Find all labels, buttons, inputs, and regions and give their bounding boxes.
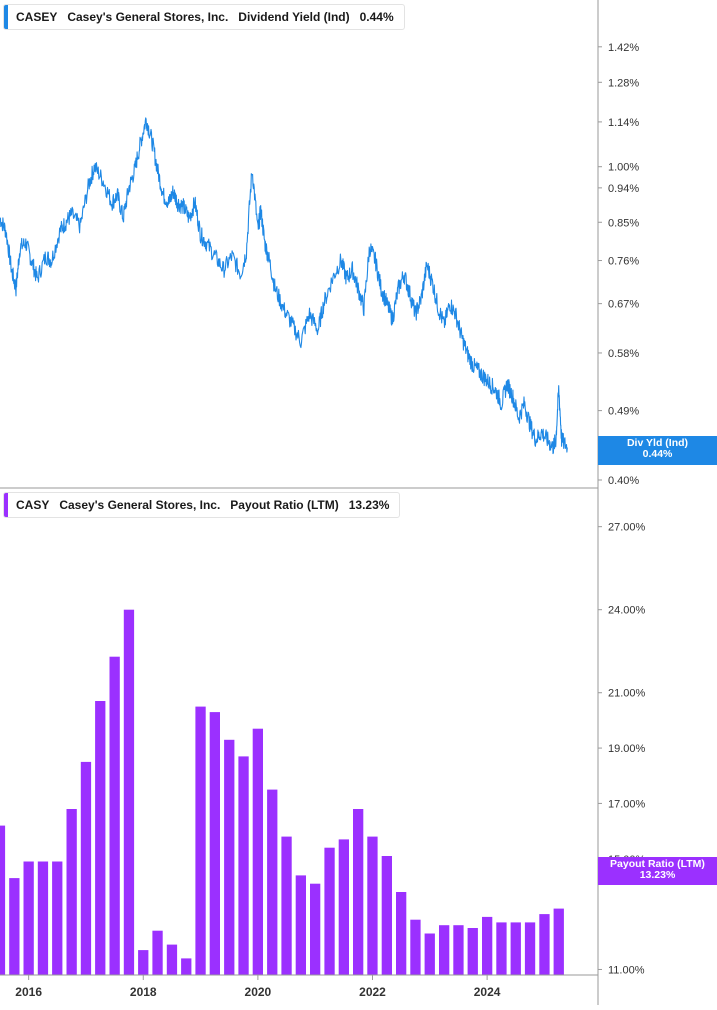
yield-y-tick-label: 1.00% — [608, 162, 639, 174]
payout-bar — [238, 756, 249, 975]
payout-bar — [439, 925, 450, 975]
payout-tag-value: 13.23% — [639, 869, 676, 881]
yield-y-tick-label: 0.94% — [608, 183, 639, 195]
yield-y-tick-label: 0.49% — [608, 406, 639, 418]
payout-bar — [267, 789, 278, 975]
payout-y-tick-label: 24.00% — [608, 605, 646, 617]
yield-y-tick-label: 0.40% — [608, 475, 639, 487]
payout-bar — [338, 839, 349, 975]
payout-bar — [224, 739, 235, 975]
payout-bar — [424, 933, 435, 975]
yield-value: 0.44% — [359, 10, 394, 24]
payout-bar — [152, 930, 163, 975]
payout-bar — [353, 809, 364, 975]
payout-bar — [252, 728, 263, 975]
yield-y-tick-label: 1.28% — [608, 77, 639, 89]
payout-bar — [453, 925, 464, 975]
payout-bar — [410, 919, 421, 975]
payout-legend-header: CASY Casey's General Stores, Inc. Payout… — [3, 492, 401, 518]
yield-y-tick-label: 0.67% — [608, 299, 639, 311]
payout-last-value-tag: Payout Ratio (LTM) 13.23% — [598, 857, 717, 885]
payout-bar — [138, 950, 149, 975]
x-tick-label: 2020 — [245, 985, 272, 999]
payout-bar — [310, 883, 321, 975]
payout-bar — [66, 809, 77, 975]
yield-last-value-tag: Div Yld (Ind) 0.44% — [598, 436, 717, 465]
payout-bar — [109, 656, 120, 975]
yield-series-line — [0, 117, 568, 455]
payout-bar — [181, 958, 192, 975]
payout-y-tick-label: 17.00% — [608, 798, 646, 810]
payout-bar — [396, 892, 407, 975]
payout-bar — [324, 847, 335, 975]
payout-bar — [496, 922, 507, 975]
yield-tag-value: 0.44% — [642, 448, 673, 460]
yield-company: Casey's General Stores, Inc. — [67, 10, 229, 24]
payout-company: Casey's General Stores, Inc. — [59, 498, 221, 512]
payout-y-tick-label: 19.00% — [608, 743, 646, 755]
payout-y-tick-label: 21.00% — [608, 688, 646, 700]
yield-y-tick-label: 1.14% — [608, 117, 639, 129]
payout-bar — [209, 712, 220, 975]
x-tick-label: 2022 — [359, 985, 386, 999]
payout-bar — [553, 908, 564, 975]
payout-value: 13.23% — [348, 498, 390, 512]
payout-bar — [80, 761, 92, 975]
x-tick-label: 2018 — [130, 985, 157, 999]
payout-bar — [195, 706, 206, 975]
payout-bar — [166, 944, 178, 975]
yield-metric: Dividend Yield (Ind) — [238, 10, 350, 24]
payout-bar — [52, 861, 63, 975]
payout-bar — [23, 861, 34, 975]
payout-metric: Payout Ratio (LTM) — [230, 498, 339, 512]
payout-bar — [37, 861, 49, 975]
payout-bar — [367, 836, 378, 975]
x-tick-label: 2024 — [474, 985, 501, 999]
payout-bar — [123, 609, 135, 975]
payout-ticker: CASY — [16, 498, 50, 512]
payout-bar — [467, 928, 478, 975]
payout-bar — [482, 916, 493, 975]
chart-area: 1.42% 1.28% 1.14% 1.00% 0.94% 0.85% 0.76% 0.67%… — [0, 0, 717, 1005]
payout-bar — [381, 856, 392, 975]
payout-bar — [524, 922, 536, 975]
payout-bar — [9, 878, 20, 975]
yield-y-tick-label: 0.76% — [608, 256, 639, 268]
payout-bar — [95, 701, 106, 975]
payout-bar — [539, 914, 550, 975]
payout-bar — [0, 825, 6, 975]
payout-bar — [510, 922, 521, 975]
x-tick-label: 2016 — [15, 985, 42, 999]
payout-bar — [295, 875, 306, 975]
payout-y-tick-label: 27.00% — [608, 522, 646, 534]
yield-legend-header: CASEY Casey's General Stores, Inc. Divid… — [3, 4, 405, 30]
yield-y-tick-label: 0.58% — [608, 348, 639, 360]
payout-bar — [281, 836, 292, 975]
payout-legend-swatch — [4, 493, 8, 517]
payout-y-tick-label: 11.00% — [608, 964, 645, 976]
yield-ticker: CASEY — [16, 10, 58, 24]
yield-legend-swatch — [4, 5, 8, 29]
yield-y-tick-label: 0.85% — [608, 217, 639, 229]
yield-y-tick-label: 1.42% — [608, 42, 639, 54]
